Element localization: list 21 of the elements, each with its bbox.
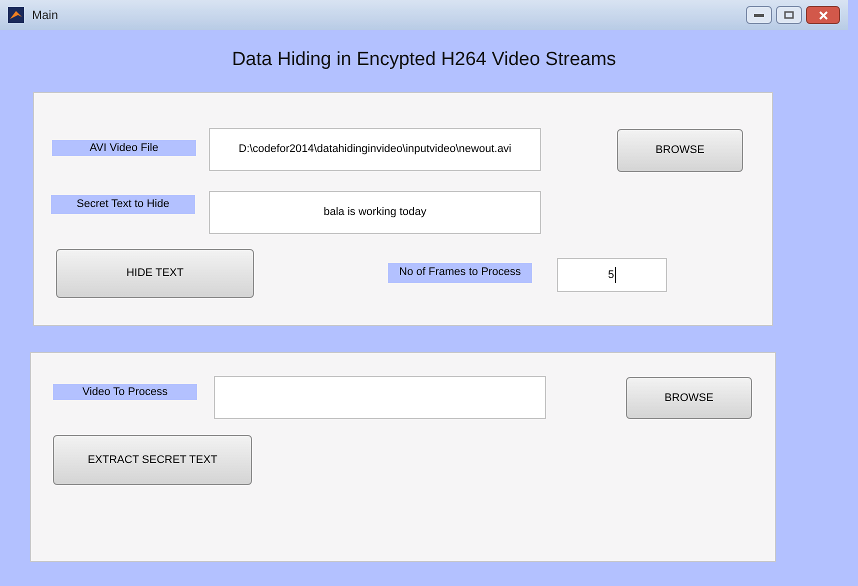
browse-button[interactable]: BROWSE [626, 377, 752, 419]
frames-field[interactable]: 5 [557, 258, 667, 292]
video-path-field[interactable]: D:\codefor2014\datahidinginvideo\inputvideo\newout.avi [209, 128, 541, 171]
maximize-button[interactable] [776, 6, 802, 24]
minimize-icon [754, 13, 764, 17]
video-path-field[interactable] [214, 376, 546, 419]
maximize-icon [784, 11, 794, 19]
hide-text-button[interactable]: HIDE TEXT [56, 249, 254, 298]
field-label: Video To Process [53, 384, 197, 400]
minimize-button[interactable] [746, 6, 772, 24]
app-logo-icon [8, 7, 24, 23]
field-label: No of Frames to Process [388, 263, 532, 283]
window-title: Main [32, 7, 58, 24]
extract-button[interactable]: EXTRACT SECRET TEXT [53, 435, 252, 485]
browse-button[interactable]: BROWSE [617, 129, 743, 172]
field-label: AVI Video File [52, 140, 196, 156]
close-icon [818, 10, 828, 20]
close-button[interactable] [806, 6, 840, 24]
secret-text-field[interactable]: bala is working today [209, 191, 541, 234]
app-heading: Data Hiding in Encypted H264 Video Streams [232, 48, 616, 72]
field-label: Secret Text to Hide [51, 195, 195, 214]
